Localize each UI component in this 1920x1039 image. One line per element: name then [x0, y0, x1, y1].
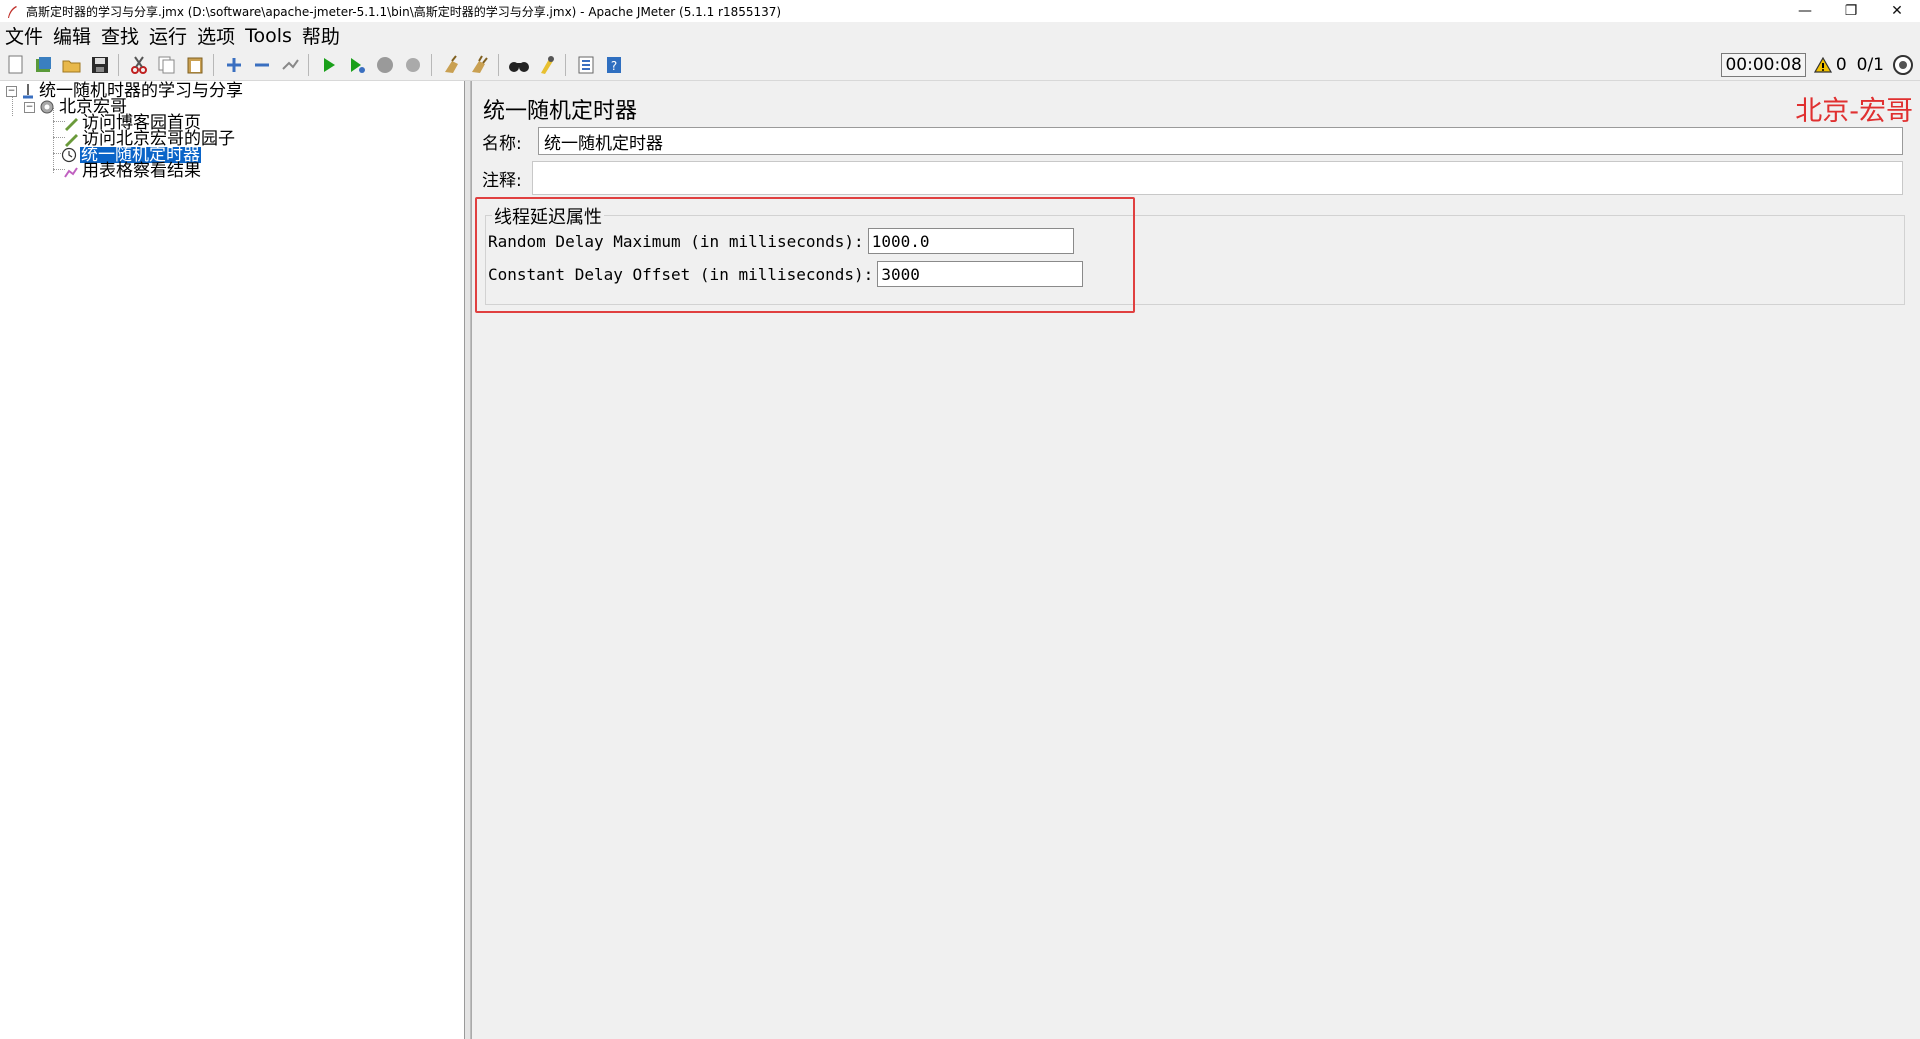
pen-icon [63, 131, 79, 147]
toolbar-separator [118, 54, 119, 76]
warning-icon[interactable] [1813, 57, 1832, 73]
menu-edit[interactable]: 编辑 [48, 22, 96, 49]
jmeter-feather-icon [6, 4, 18, 18]
copy-icon[interactable] [155, 53, 179, 77]
test-plan-tree: − 统一随机时器的学习与分享 − 北京宏哥 访问博客园首页 访问北京宏哥的园子 … [0, 81, 465, 1039]
menu-search[interactable]: 查找 [96, 22, 144, 49]
menu-file[interactable]: 文件 [0, 22, 48, 49]
test-plan-icon [21, 83, 35, 99]
minimize-button[interactable]: — [1782, 0, 1828, 22]
menu-bar: 文件 编辑 查找 运行 选项 Tools 帮助 [0, 23, 1920, 48]
comment-input[interactable] [532, 161, 1903, 195]
menu-help[interactable]: 帮助 [297, 22, 345, 49]
remote-status-icon [1892, 54, 1914, 76]
paste-icon[interactable] [183, 53, 207, 77]
open-icon[interactable] [60, 53, 84, 77]
tree-connector [53, 108, 54, 173]
status-area: 00:00:08 0 0/1 [1721, 52, 1914, 78]
toolbar-separator [498, 54, 499, 76]
save-icon[interactable] [88, 53, 112, 77]
toggle-icon[interactable] [278, 53, 302, 77]
svg-text:?: ? [611, 59, 617, 73]
name-input[interactable]: 统一随机定时器 [538, 127, 1903, 155]
warning-count: 0 [1835, 55, 1847, 75]
collapse-icon[interactable] [250, 53, 274, 77]
new-icon[interactable] [4, 53, 28, 77]
pen-icon [63, 115, 79, 131]
collapse-icon[interactable]: − [24, 101, 35, 113]
toolbar-separator [565, 54, 566, 76]
expand-icon[interactable] [222, 53, 246, 77]
reset-search-icon[interactable] [535, 53, 559, 77]
elapsed-timer: 00:00:08 [1721, 53, 1806, 77]
help-icon[interactable]: ? [602, 53, 626, 77]
watermark: 北京-宏哥 [1795, 96, 1913, 127]
toolbar-separator [308, 54, 309, 76]
templates-icon[interactable] [32, 53, 56, 77]
tree-connector [12, 96, 13, 116]
toolbar-separator [431, 54, 432, 76]
gear-icon [39, 99, 55, 115]
cut-icon[interactable] [127, 53, 151, 77]
restore-button[interactable]: ❐ [1828, 0, 1874, 22]
name-row: 名称: [482, 126, 540, 156]
menu-tools[interactable]: Tools [240, 25, 297, 47]
start-icon[interactable] [317, 53, 341, 77]
stop-icon[interactable] [373, 53, 397, 77]
clear-all-icon[interactable] [468, 53, 492, 77]
shutdown-icon[interactable] [401, 53, 425, 77]
close-button[interactable]: ✕ [1874, 0, 1920, 22]
thread-count: 0/1 [1856, 55, 1884, 75]
title-bar: 高斯定时器的学习与分享.jmx (D:\software\apache-jmet… [0, 0, 1920, 22]
collapse-icon[interactable]: − [6, 85, 17, 97]
window-title: 高斯定时器的学习与分享.jmx (D:\software\apache-jmet… [26, 4, 782, 19]
tree-node-label: 用表格察看结果 [82, 161, 201, 181]
clear-icon[interactable] [440, 53, 464, 77]
start-no-pauses-icon[interactable] [345, 53, 369, 77]
function-helper-icon[interactable] [574, 53, 598, 77]
clock-icon [61, 147, 77, 163]
menu-options[interactable]: 选项 [192, 22, 240, 49]
window-controls: — ❐ ✕ [1782, 0, 1920, 22]
highlight-annotation [475, 197, 1135, 313]
page-title: 统一随机定时器 [483, 99, 638, 124]
toolbar-separator [213, 54, 214, 76]
tree-node-listener[interactable]: 用表格察看结果 [63, 161, 201, 181]
menu-run[interactable]: 运行 [144, 22, 192, 49]
name-label: 名称: [482, 133, 522, 154]
chart-icon [63, 163, 79, 179]
toolbar: ? [0, 50, 1920, 81]
binoculars-icon[interactable] [507, 53, 531, 77]
